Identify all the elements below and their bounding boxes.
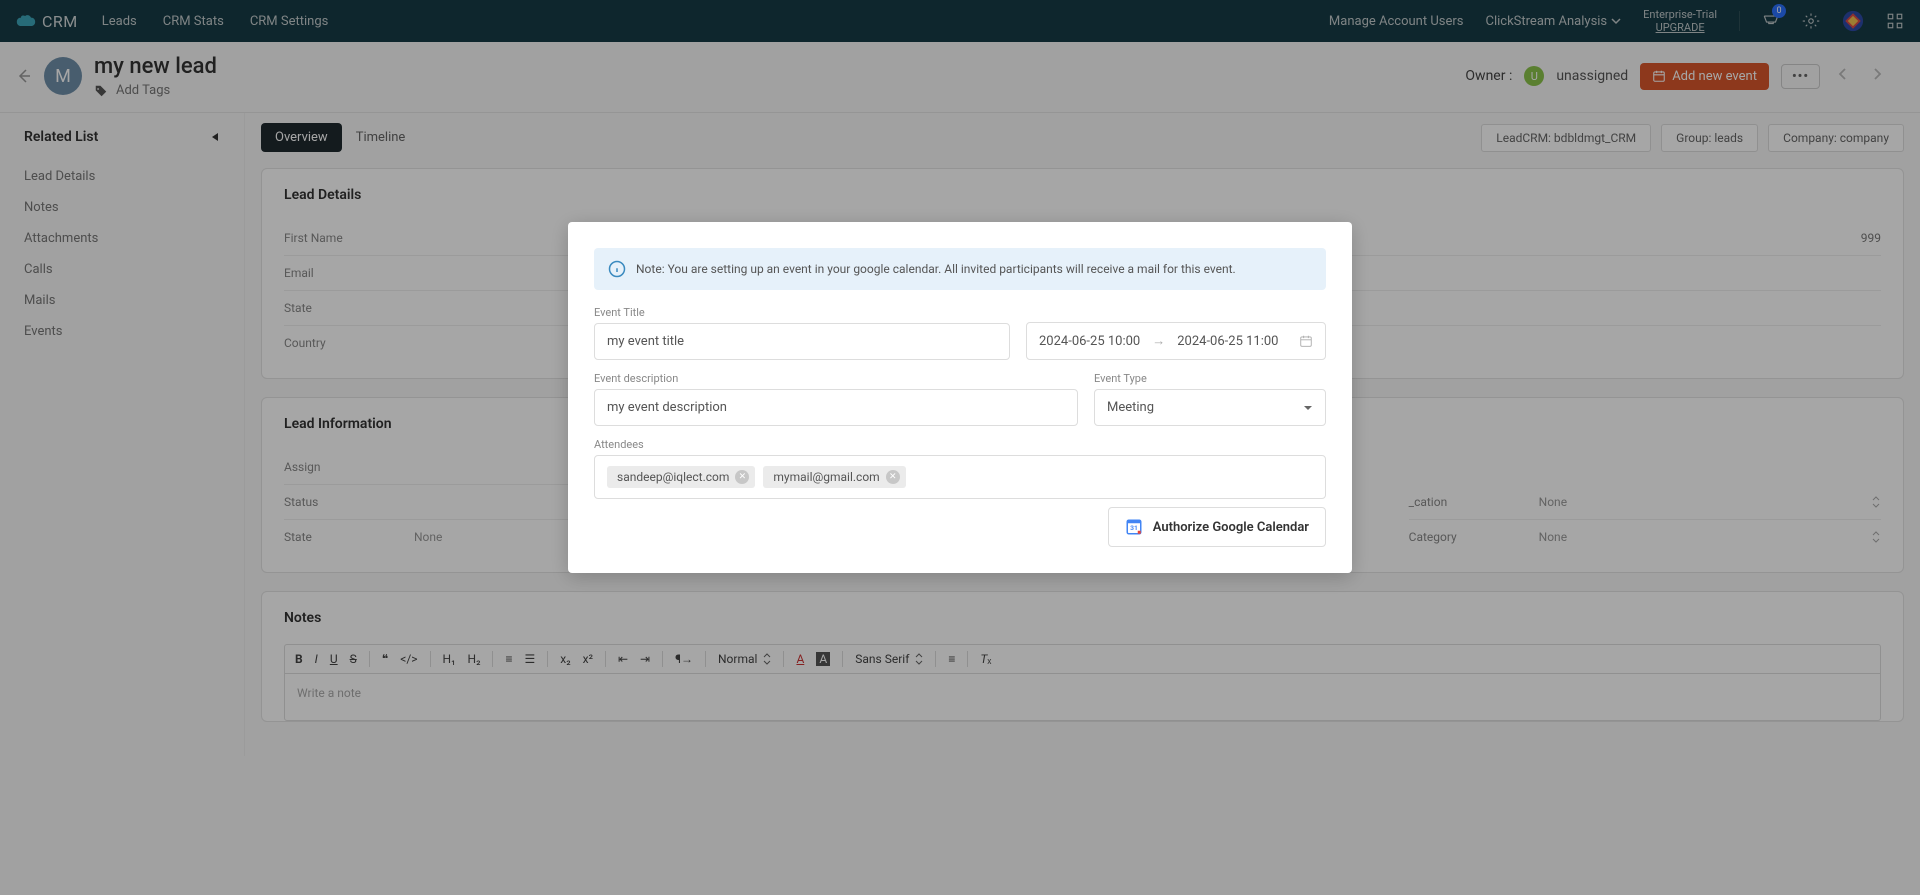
event-title-label: Event Title <box>594 306 1010 319</box>
chip-label: mymail@gmail.com <box>773 470 879 484</box>
attendees-input[interactable]: sandeep@iqlect.com ✕ mymail@gmail.com ✕ <box>594 455 1326 499</box>
attendees-label: Attendees <box>594 438 1326 451</box>
info-icon <box>608 260 626 278</box>
date-range-picker[interactable]: 2024-06-25 10:00 → 2024-06-25 11:00 <box>1026 322 1326 360</box>
event-type-value: Meeting <box>1107 400 1154 415</box>
event-desc-label: Event description <box>594 372 1078 385</box>
form-row-desc: Event description Event Type Meeting <box>594 372 1326 426</box>
attendee-chip: mymail@gmail.com ✕ <box>763 466 905 488</box>
authorize-label: Authorize Google Calendar <box>1153 520 1309 535</box>
event-title-input[interactable] <box>594 323 1010 360</box>
arrow-right-icon: → <box>1152 333 1165 349</box>
event-date-field: 2024-06-25 10:00 → 2024-06-25 11:00 <box>1026 322 1326 360</box>
modal-footer: 31 Authorize Google Calendar <box>594 499 1326 547</box>
event-desc-input[interactable] <box>594 389 1078 426</box>
event-desc-field: Event description <box>594 372 1078 426</box>
chip-label: sandeep@iqlect.com <box>617 470 729 484</box>
modal-overlay[interactable]: Note: You are setting up an event in you… <box>0 0 1920 895</box>
calendar-icon <box>1299 334 1313 348</box>
event-type-field: Event Type Meeting <box>1094 372 1326 426</box>
end-date: 2024-06-25 11:00 <box>1177 334 1278 349</box>
event-modal: Note: You are setting up an event in you… <box>568 222 1352 573</box>
remove-chip-icon[interactable]: ✕ <box>735 470 749 484</box>
attendee-chip: sandeep@iqlect.com ✕ <box>607 466 755 488</box>
google-calendar-icon: 31 <box>1125 518 1143 536</box>
svg-text:31: 31 <box>1130 524 1138 532</box>
event-title-field: Event Title <box>594 306 1010 360</box>
form-row-title: Event Title 2024-06-25 10:00 → 2024-06-2… <box>594 306 1326 360</box>
start-date: 2024-06-25 10:00 <box>1039 334 1140 349</box>
alert-text: Note: You are setting up an event in you… <box>636 262 1236 276</box>
attendees-field: Attendees sandeep@iqlect.com ✕ mymail@gm… <box>594 438 1326 499</box>
event-type-label: Event Type <box>1094 372 1326 385</box>
info-alert: Note: You are setting up an event in you… <box>594 248 1326 290</box>
remove-chip-icon[interactable]: ✕ <box>886 470 900 484</box>
authorize-google-button[interactable]: 31 Authorize Google Calendar <box>1108 507 1326 547</box>
caret-down-icon <box>1303 405 1313 411</box>
event-type-select[interactable]: Meeting <box>1094 389 1326 426</box>
